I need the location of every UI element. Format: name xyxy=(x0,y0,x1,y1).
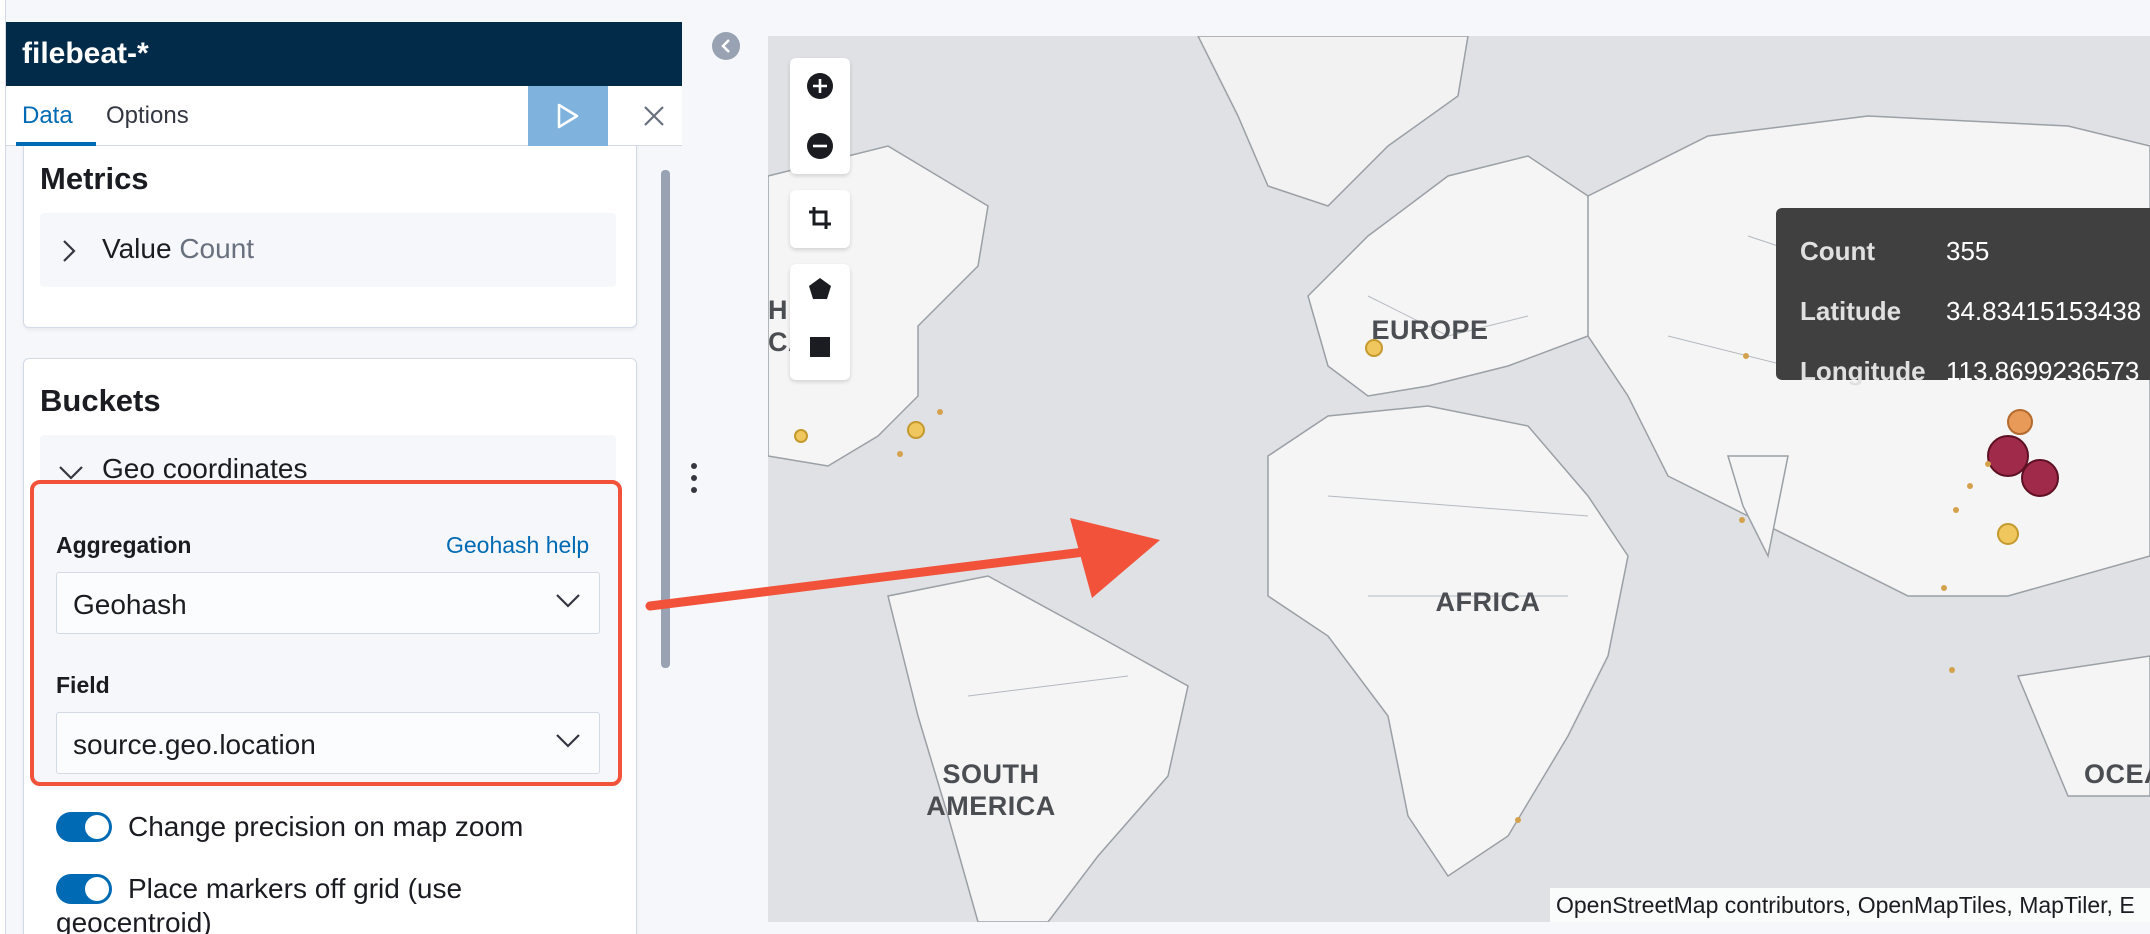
apply-changes-button[interactable] xyxy=(528,86,608,146)
tab-data[interactable]: Data xyxy=(22,102,73,130)
chevron-left-icon xyxy=(721,39,730,53)
tab-options[interactable]: Options xyxy=(106,102,189,130)
marker xyxy=(907,421,925,439)
marker xyxy=(1953,507,1959,513)
editor-sidebar: filebeat-* Data Options Metrics Value Co… xyxy=(0,0,682,934)
resize-handle-icon[interactable] xyxy=(690,462,698,494)
marker xyxy=(1941,585,1947,591)
tooltip-lon-label: Longitude xyxy=(1800,356,1926,386)
chevron-down-icon[interactable] xyxy=(58,465,84,481)
zoom-out-icon[interactable] xyxy=(806,132,834,160)
bucket-options: Change precision on map zoom Place marke… xyxy=(24,790,630,934)
marker xyxy=(1739,517,1745,523)
metric-value-count[interactable]: Value Count xyxy=(40,213,616,287)
draw-polygon-icon[interactable] xyxy=(807,276,833,302)
draw-controls xyxy=(790,264,850,380)
editor-tabs: Data Options xyxy=(6,86,682,146)
geocentroid-label: Place markers off grid (use geocentroid) xyxy=(56,873,463,934)
tooltip-lat-label: Latitude xyxy=(1800,296,1902,326)
metric-item-label: Value Count xyxy=(102,233,254,265)
discard-button[interactable] xyxy=(626,86,682,146)
precision-zoom-toggle[interactable] xyxy=(56,812,112,842)
label-oceania: OCEA xyxy=(2084,759,2150,789)
tooltip-lon-value: 113.8699236573 xyxy=(1946,356,2140,386)
marker xyxy=(794,429,808,443)
marker xyxy=(1985,461,1991,467)
tooltip-count-label: Count xyxy=(1800,236,1876,266)
label-europe: EUROPE xyxy=(1371,315,1489,345)
tooltip-lat-value: 34.83415153438 xyxy=(1946,296,2142,326)
highlight-box xyxy=(30,480,622,786)
marker xyxy=(1997,523,2019,545)
metric-agg: Count xyxy=(179,233,255,264)
app-root: filebeat-* Data Options Metrics Value Co… xyxy=(0,0,2150,934)
metric-label: Value xyxy=(102,233,172,264)
marker xyxy=(1967,483,1973,489)
label-north-america-2: CA xyxy=(768,327,808,357)
draw-rectangle-icon[interactable] xyxy=(809,336,831,358)
marker xyxy=(1515,817,1521,823)
marker xyxy=(1743,353,1749,359)
play-icon xyxy=(557,103,579,129)
marker xyxy=(897,451,903,457)
index-pattern-title: filebeat-* xyxy=(6,22,682,86)
marker xyxy=(1987,435,2029,477)
metrics-card: Metrics Value Count xyxy=(23,146,637,328)
marker xyxy=(2021,459,2059,497)
map-container[interactable]: H CA EUROPE AFRICA SOUTH AMERICA OCEA Co… xyxy=(768,36,2150,922)
buckets-title: Buckets xyxy=(40,383,161,418)
label-south-america: SOUTH AMERICA xyxy=(926,759,1056,821)
zoom-in-icon[interactable] xyxy=(806,72,834,100)
label-north-america-1: H xyxy=(768,295,788,325)
marker xyxy=(2007,409,2033,435)
marker xyxy=(937,409,943,415)
annotation-arrow xyxy=(645,518,1160,611)
tooltip-count-value: 355 xyxy=(1946,236,1990,266)
label-africa: AFRICA xyxy=(1435,587,1541,617)
metrics-title: Metrics xyxy=(40,161,149,196)
marker xyxy=(1949,667,1955,673)
fit-data-bounds-button[interactable] xyxy=(790,190,850,248)
zoom-controls xyxy=(790,58,850,174)
precision-zoom-label: Change precision on map zoom xyxy=(128,811,524,842)
map-attribution[interactable]: OpenStreetMap contributors, OpenMapTiles… xyxy=(1550,888,2150,922)
marker-tooltip: Count 355 Latitude 34.83415153438 Longit… xyxy=(1776,208,2150,386)
chevron-right-icon[interactable] xyxy=(62,239,76,263)
crop-icon xyxy=(809,207,831,229)
collapse-sidebar-button[interactable] xyxy=(712,32,740,60)
close-icon xyxy=(644,106,664,126)
